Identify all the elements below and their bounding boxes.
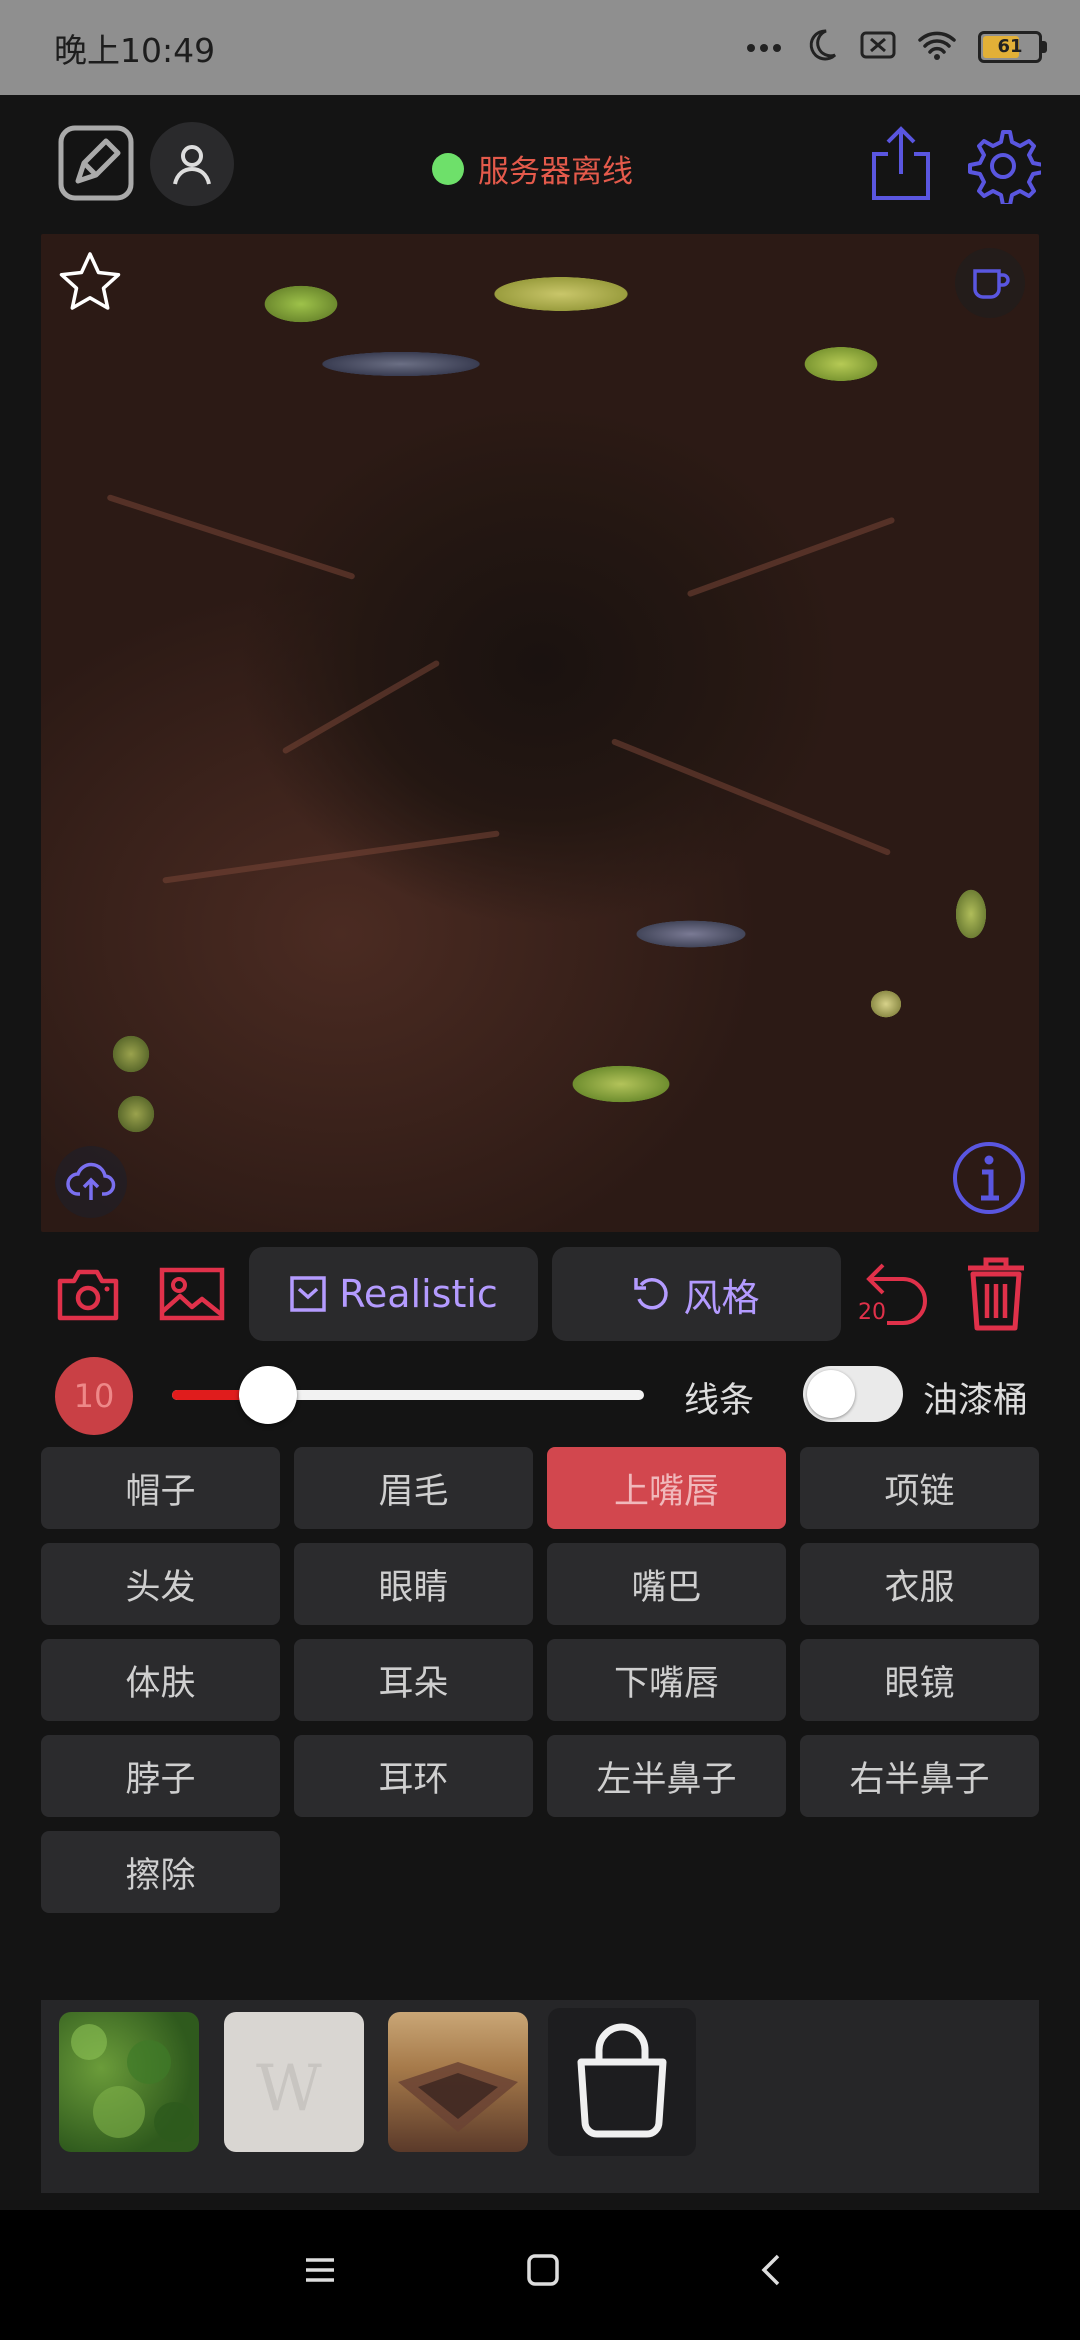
- image-icon: [159, 1267, 225, 1321]
- coffee-button[interactable]: [955, 248, 1025, 318]
- status-bar: 晚上10:49 61: [0, 0, 1080, 95]
- part-button[interactable]: 嘴巴: [547, 1543, 786, 1625]
- part-button[interactable]: 耳环: [294, 1735, 533, 1817]
- server-status-text: 服务器离线: [478, 154, 633, 190]
- back-icon: [761, 2254, 780, 2286]
- share-icon: [872, 126, 930, 200]
- user-button[interactable]: [150, 122, 234, 206]
- info-button[interactable]: [951, 1140, 1027, 1220]
- part-button[interactable]: 眉毛: [294, 1447, 533, 1529]
- cloud-upload-icon: [66, 1162, 116, 1200]
- paint-bucket-toggle[interactable]: [803, 1366, 903, 1422]
- part-button[interactable]: 上嘴唇: [547, 1447, 786, 1529]
- style-button[interactable]: 风格: [552, 1247, 841, 1341]
- settings-button[interactable]: [963, 126, 1043, 206]
- user-icon: [173, 145, 211, 185]
- more-dots-icon: [746, 38, 782, 57]
- delete-button[interactable]: [960, 1254, 1032, 1334]
- undo-count: 20: [858, 1300, 886, 1325]
- settings-icon: [968, 130, 1041, 204]
- thumbnail-blank[interactable]: W: [224, 2012, 364, 2152]
- home-button[interactable]: [523, 2250, 563, 2294]
- draw-icon: [58, 125, 134, 201]
- wifi-icon: [918, 30, 956, 64]
- part-button[interactable]: 衣服: [800, 1543, 1039, 1625]
- thumbnail-cake[interactable]: [388, 2012, 528, 2152]
- brush-size-badge: 10: [55, 1357, 133, 1435]
- shopping-bag-icon: [577, 2023, 667, 2138]
- paint-bucket-label: 油漆桶: [923, 1381, 1029, 1421]
- part-button[interactable]: 眼睛: [294, 1543, 533, 1625]
- part-button[interactable]: 体肤: [41, 1639, 280, 1721]
- home-icon: [527, 2254, 559, 2286]
- battery-icon: 61: [978, 31, 1047, 63]
- camera-button[interactable]: [56, 1262, 120, 1326]
- part-button[interactable]: 脖子: [41, 1735, 280, 1817]
- favorite-button[interactable]: [55, 248, 125, 322]
- rotate-icon: [634, 1277, 669, 1310]
- moon-icon: [804, 28, 838, 66]
- part-button[interactable]: 耳朵: [294, 1639, 533, 1721]
- sim-off-icon: [860, 30, 896, 64]
- server-status-dot: [432, 152, 464, 185]
- server-status: 服务器离线: [432, 146, 633, 191]
- back-button[interactable]: [752, 2250, 792, 2294]
- camera-icon: [57, 1269, 119, 1321]
- toggle-knob: [807, 1370, 855, 1418]
- part-button[interactable]: 头发: [41, 1543, 280, 1625]
- face-part-grid: 帽子 眉毛 上嘴唇 项链头发 眼睛 嘴巴 衣服体肤 耳朵 下嘴唇 眼镜脖子 耳环 左半鼻子 右半鼻子擦除: [41, 1447, 1039, 1913]
- status-time: 晚上10:49: [54, 31, 216, 70]
- battery-percent: 61: [997, 36, 1023, 57]
- part-button[interactable]: 左半鼻子: [547, 1735, 786, 1817]
- slider-thumb[interactable]: [239, 1366, 298, 1424]
- thumbnail-foliage[interactable]: [59, 2012, 199, 2152]
- model-button[interactable]: Realistic: [249, 1247, 538, 1341]
- info-icon: [953, 1142, 1025, 1214]
- part-button[interactable]: 项链: [800, 1447, 1039, 1529]
- part-button[interactable]: 下嘴唇: [547, 1639, 786, 1721]
- trash-icon: [968, 1257, 1024, 1331]
- part-button[interactable]: 帽子: [41, 1447, 280, 1529]
- draw-button[interactable]: [58, 125, 134, 201]
- gallery-button[interactable]: [157, 1262, 227, 1326]
- menu-icon: [306, 2258, 334, 2282]
- share-button[interactable]: [866, 122, 936, 206]
- star-icon: [59, 252, 121, 310]
- style-label: 风格: [683, 1275, 760, 1320]
- cloud-upload-button[interactable]: [55, 1146, 127, 1218]
- line-label: 线条: [684, 1381, 755, 1421]
- menu-button[interactable]: [300, 2250, 340, 2294]
- drawing-canvas[interactable]: [41, 234, 1039, 1232]
- part-button[interactable]: 右半鼻子: [800, 1735, 1039, 1817]
- brush-size-slider[interactable]: [172, 1366, 644, 1424]
- shop-button[interactable]: [548, 2008, 696, 2156]
- brush-size-value: 10: [73, 1377, 115, 1415]
- part-button[interactable]: 眼镜: [800, 1639, 1039, 1721]
- model-label: Realistic: [339, 1272, 498, 1316]
- part-button[interactable]: 擦除: [41, 1831, 280, 1913]
- checkbox-icon: [290, 1276, 326, 1312]
- coffee-icon: [973, 269, 1010, 299]
